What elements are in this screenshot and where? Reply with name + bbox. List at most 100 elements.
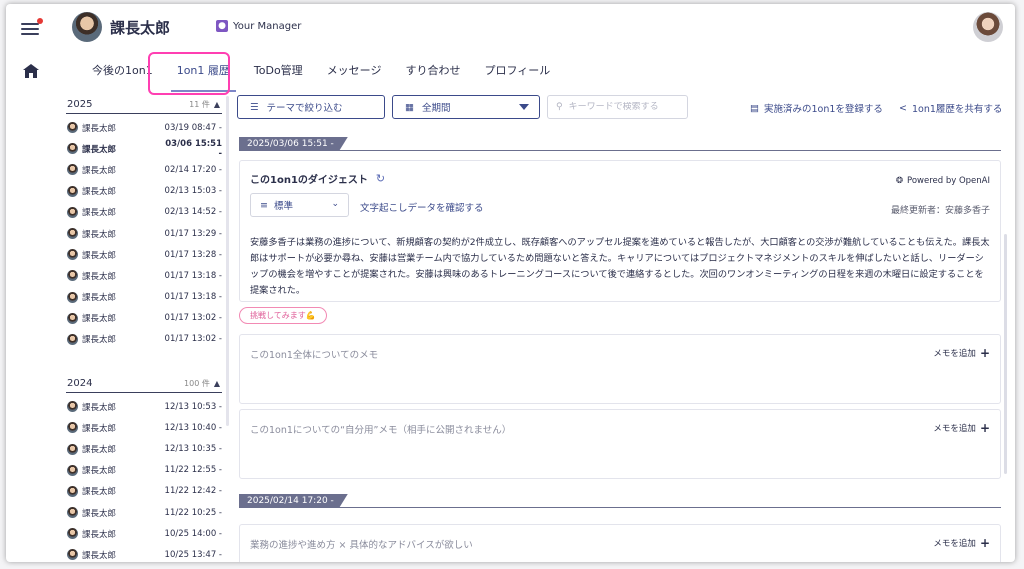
list-item[interactable]: 課長太郎 12/13 10:53 -	[66, 396, 222, 417]
list-item-name: 課長太郎	[82, 529, 117, 540]
tab-bar: 今後の1on1 1on1 履歴 ToDo管理 メッセージ すり合わせ プロフィー…	[80, 56, 562, 94]
list-item[interactable]: 課長太郎 01/17 13:18 -	[66, 265, 222, 286]
session-date-bar: 2025/02/14 17:20 -	[239, 494, 1001, 508]
period-select[interactable]: ▦ 全期間	[392, 95, 540, 119]
refresh-icon[interactable]: ↻	[376, 172, 385, 185]
register-done-link[interactable]: ▤ 実施済みの1on1を登録する	[750, 101, 883, 116]
avatar	[72, 12, 102, 42]
year-count: 11 件	[189, 100, 210, 109]
add-memo-button[interactable]: メモを追加 +	[933, 537, 990, 549]
session-date: 2025/02/14 17:20 -	[239, 494, 348, 508]
list-item-date: 01/17 13:18 -	[164, 270, 222, 281]
list-item-date: 01/17 13:02 -	[164, 334, 222, 345]
list-item[interactable]: 課長太郎 01/17 13:18 -	[66, 287, 222, 308]
plus-icon: +	[979, 421, 990, 435]
role-badge: ● Your Manager	[216, 20, 301, 32]
list-item-name: 課長太郎	[82, 402, 117, 413]
year-header-2025[interactable]: 2025 11 件 ▲	[66, 96, 222, 114]
avatar	[67, 185, 78, 197]
list-item[interactable]: 課長太郎 02/13 14:52 -	[66, 202, 222, 223]
avatar	[67, 333, 78, 345]
list-item-date: 01/17 13:02 -	[164, 313, 222, 324]
year-label: 2025	[67, 99, 93, 110]
list-item[interactable]: 課長太郎 11/22 12:55 -	[66, 460, 222, 481]
home-icon[interactable]	[23, 64, 39, 78]
notification-dot	[37, 18, 43, 24]
avatar	[67, 549, 78, 561]
list-item-date: 01/17 13:28 -	[164, 249, 222, 260]
list-item[interactable]: 課長太郎 12/13 10:35 -	[66, 438, 222, 459]
share-history-label: 1on1履歴を共有する	[911, 104, 1003, 115]
openai-icon: ❂	[895, 176, 903, 186]
add-memo-button[interactable]: メモを追加 +	[933, 422, 990, 434]
period-label: 全期間	[421, 103, 451, 114]
chevron-up-icon: ▲	[213, 379, 220, 389]
header: 課長太郎 ● Your Manager	[6, 4, 1015, 54]
tab-todo[interactable]: ToDo管理	[242, 56, 315, 94]
app-window: 課長太郎 ● Your Manager 今後の1on1 1on1 履歴 ToDo…	[6, 4, 1015, 562]
list-item-name: 課長太郎	[82, 208, 117, 219]
theme-filter-button[interactable]: ☰ テーマで絞り込む	[237, 95, 385, 119]
digest-title: この1on1のダイジェスト ↻	[250, 172, 386, 186]
tab-history[interactable]: 1on1 履歴	[165, 56, 242, 94]
register-done-label: 実施済みの1on1を登録する	[763, 104, 883, 115]
avatar	[67, 249, 78, 261]
list-item[interactable]: 課長太郎 02/14 17:20 -	[66, 159, 222, 180]
memo-placeholder: この1on1全体についてのメモ	[250, 350, 379, 361]
list-item[interactable]: 課長太郎 03/19 08:47 -	[66, 117, 222, 138]
list-item-date: 01/17 13:29 -	[164, 228, 222, 239]
sidebar-scrollbar[interactable]	[226, 96, 229, 426]
tab-upcoming[interactable]: 今後の1on1	[80, 56, 165, 94]
list-item[interactable]: 課長太郎 10/25 14:00 -	[66, 523, 222, 544]
list-item[interactable]: 課長太郎 03/06 15:51 -	[66, 138, 222, 159]
list-item[interactable]: 課長太郎 10/25 13:47 -	[66, 544, 222, 562]
menu-icon[interactable]	[21, 18, 43, 35]
list-item-name: 課長太郎	[82, 229, 117, 240]
list-item-date: 02/13 14:52 -	[164, 207, 222, 218]
list-item-date: 03/19 08:47 -	[164, 122, 222, 133]
tab-alignment[interactable]: すり合わせ	[393, 56, 472, 94]
list-item-name: 課長太郎	[82, 314, 117, 325]
digest-style-select[interactable]: ≡ 標準 ⌄	[250, 193, 349, 217]
current-user-avatar[interactable]	[973, 12, 1003, 42]
main-scrollbar[interactable]	[1004, 234, 1007, 474]
chevron-down-icon: ⌄	[331, 199, 339, 209]
avatar	[67, 122, 78, 134]
avatar	[67, 312, 78, 324]
list-item-name: 課長太郎	[82, 550, 117, 561]
session-theme: 業務の進捗や進め方 × 具体的なアドバイスが欲しい	[250, 540, 473, 551]
list-item-date: 10/25 13:47 -	[164, 549, 222, 560]
list-2024: 課長太郎 12/13 10:53 - 課長太郎 12/13 10:40 - 課長太郎 12…	[66, 396, 222, 562]
list-item[interactable]: 課長太郎 01/17 13:28 -	[66, 244, 222, 265]
list-item-name: 課長太郎	[82, 165, 117, 176]
document-icon: ▤	[750, 102, 759, 114]
list-item-date: 12/13 10:40 -	[164, 422, 222, 433]
status-badge: 挑戦してみます💪	[239, 307, 327, 324]
year-header-2024[interactable]: 2024 100 件 ▲	[66, 375, 222, 394]
list-item[interactable]: 課長太郎 02/13 15:03 -	[66, 181, 222, 202]
list-item[interactable]: 課長太郎 01/17 13:29 -	[66, 223, 222, 244]
add-memo-button[interactable]: メモを追加 +	[933, 347, 990, 359]
list-item-name: 課長太郎	[82, 335, 117, 346]
last-updated: 最終更新者：安藤多香子	[890, 206, 990, 216]
person-icon: ●	[216, 20, 228, 32]
list-item[interactable]: 課長太郎 01/17 13:02 -	[66, 308, 222, 329]
list-item-name: 課長太郎	[82, 508, 117, 519]
share-history-link[interactable]: < 1on1履歴を共有する	[899, 101, 1003, 116]
list-item[interactable]: 課長太郎 11/22 10:25 -	[66, 502, 222, 523]
list-item-name: 課長太郎	[82, 187, 117, 198]
history-list: 2025 11 件 ▲ 課長太郎 03/19 08:47 - 課長太郎 03/06 15…	[66, 96, 222, 562]
tab-profile[interactable]: プロフィール	[472, 56, 562, 94]
search-box: ⚲	[547, 95, 688, 119]
list-item[interactable]: 課長太郎 12/13 10:40 -	[66, 417, 222, 438]
memo-card-private: この1on1についての“自分用”メモ（相手に公開されません） メモを追加 +	[239, 409, 1001, 479]
transcript-link[interactable]: 文字起こしデータを確認する	[360, 200, 484, 214]
search-input[interactable]	[568, 102, 679, 112]
list-item-date: 02/14 17:20 -	[164, 164, 222, 175]
avatar	[67, 507, 78, 519]
list-item[interactable]: 課長太郎 11/22 12:42 -	[66, 481, 222, 502]
avatar	[67, 485, 78, 497]
tab-messages[interactable]: メッセージ	[315, 56, 394, 94]
list-item[interactable]: 課長太郎 01/17 13:02 -	[66, 329, 222, 350]
list-item-date: 11/22 12:55 -	[164, 465, 222, 476]
